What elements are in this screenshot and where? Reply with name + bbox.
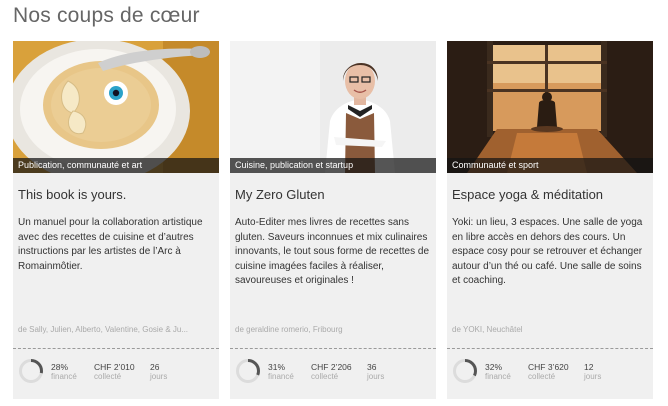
stat-funded: 32% financé <box>485 362 511 382</box>
stat-collected: CHF 2’206 collecté <box>311 362 352 382</box>
category-tag[interactable]: Communauté et sport <box>447 158 653 173</box>
funded-percent: 28% <box>51 362 69 372</box>
collected-amount: CHF 2’010 <box>94 362 135 372</box>
card-divider <box>447 348 653 349</box>
yoga-room-photo <box>447 41 653 173</box>
project-title[interactable]: Espace yoga & méditation <box>452 187 648 202</box>
funding-stats: 28% financé CHF 2’010 collecté 26 jours <box>13 357 219 389</box>
collected-amount: CHF 3’620 <box>528 362 569 372</box>
days-count: 12 <box>584 362 594 372</box>
stat-funded: 31% financé <box>268 362 294 382</box>
collected-label: collecté <box>94 372 122 381</box>
funding-gauge-icon <box>236 359 260 383</box>
project-image-soup-bowl[interactable]: Publication, communauté et art <box>13 41 219 173</box>
category-tag[interactable]: Cuisine, publication et startup <box>230 158 436 173</box>
project-image-chef-portrait[interactable]: Cuisine, publication et startup <box>230 41 436 173</box>
category-tag[interactable]: Publication, communauté et art <box>13 158 219 173</box>
days-count: 36 <box>367 362 377 372</box>
stat-days: 26 jours <box>150 362 167 382</box>
stat-days: 12 jours <box>584 362 601 382</box>
project-image-yoga-room[interactable]: Communauté et sport <box>447 41 653 173</box>
project-description: Auto-Editer mes livres de recettes sans … <box>235 217 429 286</box>
project-title[interactable]: This book is yours. <box>18 187 214 202</box>
stat-funded: 28% financé <box>51 362 77 382</box>
project-authors: de YOKI, Neuchâtel <box>452 325 523 334</box>
funded-label: financé <box>268 372 294 381</box>
card-divider <box>230 348 436 349</box>
funded-percent: 32% <box>485 362 503 372</box>
project-card-yoga-space[interactable]: Communauté et sport Espace yoga & médita… <box>447 41 653 399</box>
days-label: jours <box>150 372 168 381</box>
stat-collected: CHF 3’620 collecté <box>528 362 569 382</box>
funding-gauge-icon <box>19 359 43 383</box>
project-description: Yoki: un lieu, 3 espaces. Une salle de y… <box>452 217 643 286</box>
collected-amount: CHF 2’206 <box>311 362 352 372</box>
project-authors: de Sally, Julien, Alberto, Valentine, Go… <box>18 325 189 334</box>
chef-portrait-photo <box>230 41 436 173</box>
funding-gauge-icon <box>453 359 477 383</box>
card-divider <box>13 348 219 349</box>
project-cards: Publication, communauté et art This book… <box>13 41 653 399</box>
funding-stats: 31% financé CHF 2’206 collecté 36 jours <box>230 357 436 389</box>
days-label: jours <box>584 372 602 381</box>
funded-percent: 31% <box>268 362 286 372</box>
days-label: jours <box>367 372 385 381</box>
project-card-this-book[interactable]: Publication, communauté et art This book… <box>13 41 219 399</box>
project-authors: de geraldine romerio, Fribourg <box>235 325 343 334</box>
days-count: 26 <box>150 362 160 372</box>
project-card-zero-gluten[interactable]: Cuisine, publication et startup My Zero … <box>230 41 436 399</box>
funded-label: financé <box>485 372 511 381</box>
collected-label: collecté <box>528 372 556 381</box>
soup-bowl-photo <box>13 41 219 173</box>
funded-label: financé <box>51 372 77 381</box>
funding-stats: 32% financé CHF 3’620 collecté 12 jours <box>447 357 653 389</box>
stat-collected: CHF 2’010 collecté <box>94 362 135 382</box>
collected-label: collecté <box>311 372 339 381</box>
project-title[interactable]: My Zero Gluten <box>235 187 431 202</box>
project-description: Un manuel pour la collaboration artistiq… <box>18 217 203 272</box>
stat-days: 36 jours <box>367 362 384 382</box>
section-title: Nos coups de cœur <box>13 4 200 27</box>
